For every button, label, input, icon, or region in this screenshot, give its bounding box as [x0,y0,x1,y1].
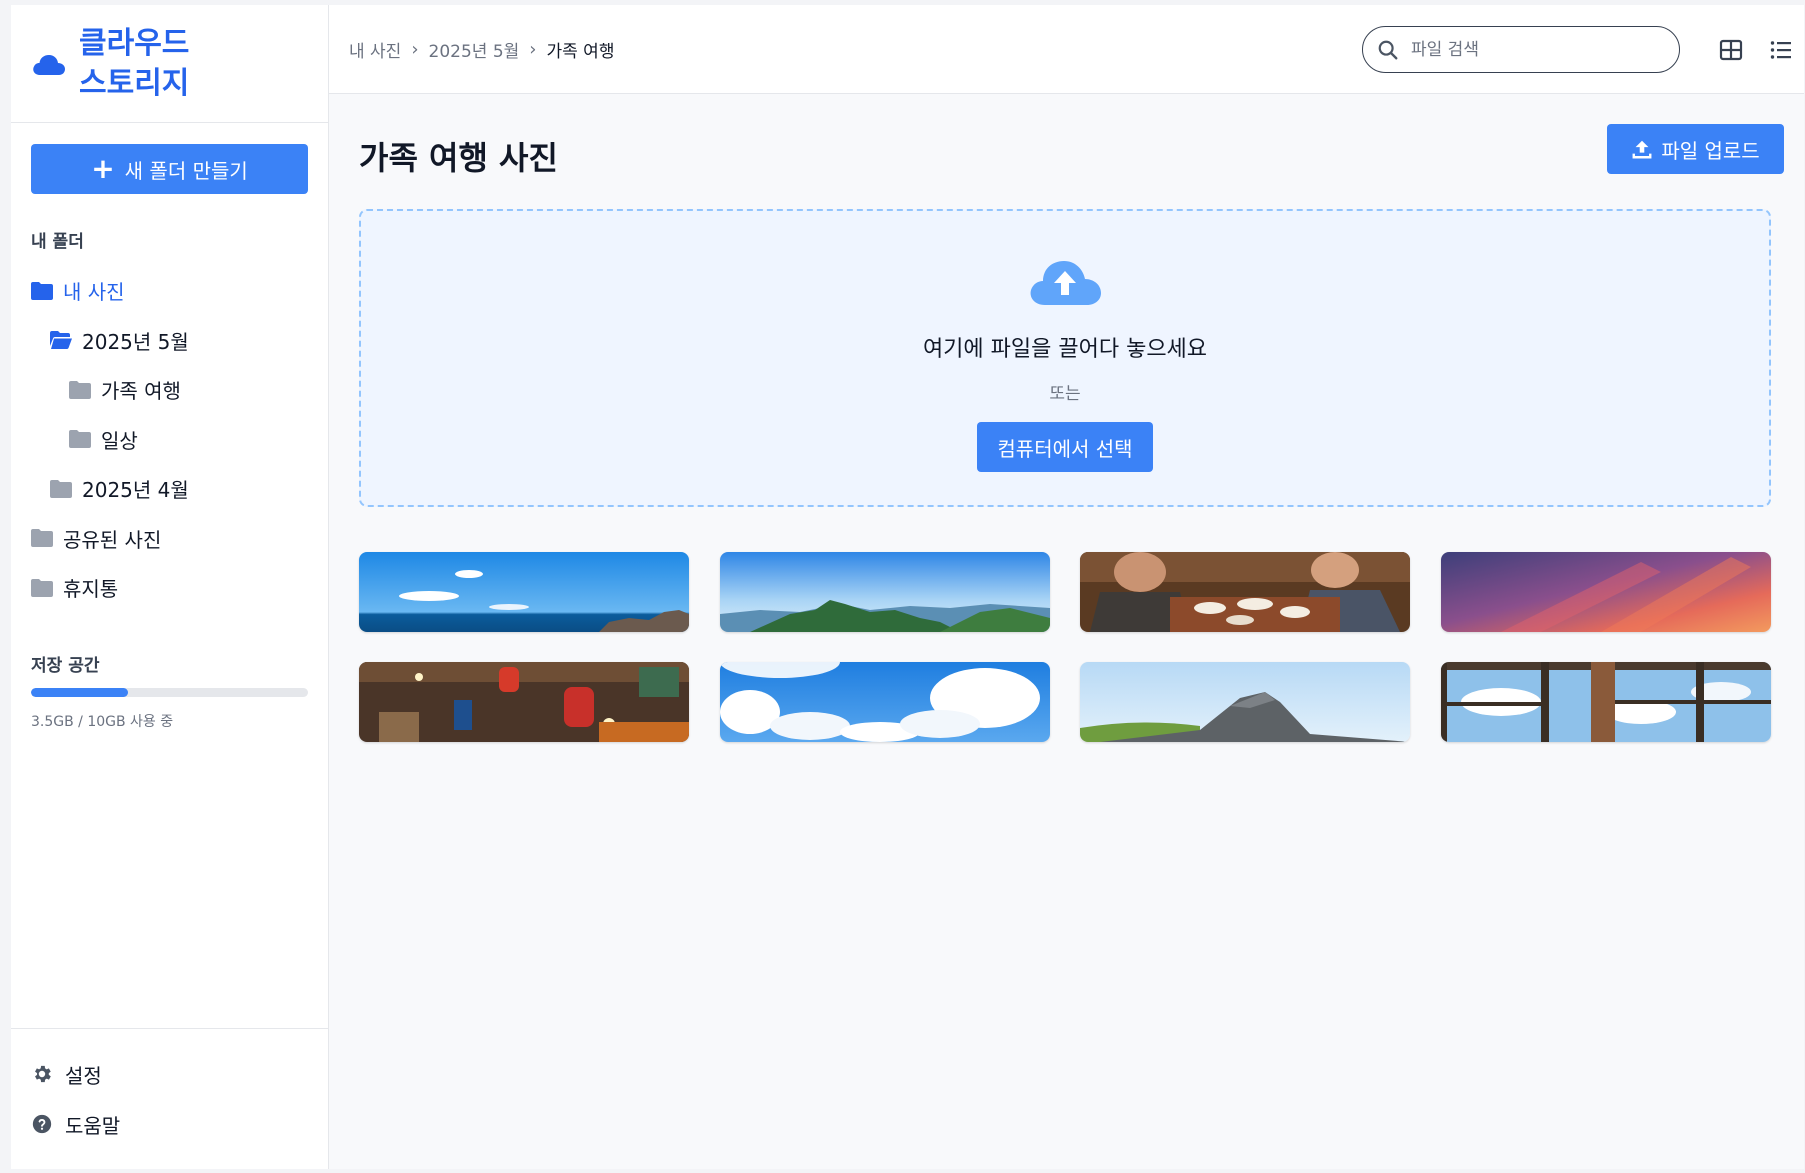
chevron-right-icon: › [529,38,537,60]
search-box [1362,26,1680,73]
brand: 클라우드 스토리지 [11,5,328,123]
list-view-icon[interactable] [1769,38,1793,62]
photo-image [1080,552,1411,632]
folder-icon [31,281,53,300]
chevron-right-icon: › [411,38,419,60]
storage-progress-bar [31,687,308,697]
new-folder-label: 새 폴더 만들기 [124,158,248,183]
app-title: 클라우드 스토리지 [79,25,190,101]
sidebar-item-shared-photos[interactable]: 공유된 사진 [11,514,328,564]
sidebar-item-label: 2025년 5월 [82,329,189,354]
sidebar-item-daily[interactable]: 일상 [11,415,328,465]
photo-image [1080,662,1411,742]
photo-image [359,662,689,742]
select-from-computer-button[interactable]: 컴퓨터에서 선택 [977,422,1153,472]
sidebar-item-2025-april[interactable]: 2025년 4월 [11,464,328,514]
search-icon [1378,40,1398,59]
cloud-upload-icon [1030,261,1101,305]
photo-thumbnail[interactable] [719,552,1050,632]
settings-link[interactable]: 설정 [11,1049,328,1099]
page-title: 가족 여행 사진 [359,139,558,177]
photo-thumbnail[interactable] [1440,552,1771,632]
folder-tree: 내 사진 2025년 5월 가족 여행 일상 2025년 4월 공유된 사진 휴… [11,266,328,613]
folder-icon [50,479,72,498]
photo-image [359,552,689,632]
help-link[interactable]: 도움말 [11,1099,328,1149]
sidebar: 클라우드 스토리지 + 새 폴더 만들기 내 폴더 내 사진 2025년 5월 … [11,5,329,1169]
help-label: 도움말 [65,1113,121,1138]
drop-zone-text: 여기에 파일을 끌어다 놓으세요 [922,337,1208,362]
top-bar: 내 사진 › 2025년 5월 › 가족 여행 [329,5,1804,94]
storage-progress-fill [31,687,128,697]
folder-open-icon [50,331,72,350]
sidebar-item-label: 내 사진 [63,280,125,305]
my-folders-label: 내 폴더 [31,232,84,252]
sidebar-item-trash[interactable]: 휴지통 [11,563,328,613]
folder-icon [31,529,53,548]
breadcrumb-item[interactable]: 내 사진 [349,37,401,62]
photo-thumbnail[interactable] [719,662,1050,742]
sidebar-item-label: 가족 여행 [101,379,181,404]
drop-zone-or: 또는 [1049,384,1081,404]
sidebar-footer: 설정 도움말 [11,1028,328,1149]
photo-thumbnail[interactable] [1440,662,1771,742]
new-folder-button[interactable]: + 새 폴더 만들기 [31,144,308,194]
app-window: 클라우드 스토리지 + 새 폴더 만들기 내 폴더 내 사진 2025년 5월 … [11,5,1804,1169]
photo-thumbnail[interactable] [359,552,689,632]
sidebar-item-label: 일상 [101,428,138,453]
sidebar-item-label: 공유된 사진 [63,527,162,552]
sidebar-item-label: 2025년 4월 [82,478,189,503]
photo-grid [359,552,1771,742]
photo-thumbnail[interactable] [1080,662,1411,742]
folder-icon [69,430,91,449]
upload-label: 파일 업로드 [1661,138,1760,163]
photo-thumbnail[interactable] [1080,552,1411,632]
photo-thumbnail[interactable] [359,662,689,742]
photo-image [719,552,1050,632]
storage-usage-text: 3.5GB / 10GB 사용 중 [31,713,174,730]
storage-label: 저장 공간 [31,655,100,676]
main-panel: 내 사진 › 2025년 5월 › 가족 여행 파일 검색 가족 여행 사진 파… [329,5,1804,1169]
sidebar-item-my-photos[interactable]: 내 사진 [11,266,328,316]
gear-icon [35,1065,51,1083]
drop-zone[interactable]: 여기에 파일을 끌어다 놓으세요 또는 컴퓨터에서 선택 [359,209,1771,507]
photo-image [719,662,1050,742]
sidebar-item-label: 휴지통 [63,577,119,602]
breadcrumb: 내 사진 › 2025년 5월 › 가족 여행 [349,37,614,62]
photo-image [1440,552,1771,632]
breadcrumb-item[interactable]: 2025년 5월 [429,37,520,62]
folder-icon [31,578,53,597]
photo-image [1440,662,1771,742]
sidebar-item-family-trip[interactable]: 가족 여행 [11,365,328,415]
upload-button[interactable]: 파일 업로드 [1607,124,1784,174]
help-icon [32,1114,52,1134]
sidebar-item-2025-may[interactable]: 2025년 5월 [11,316,328,366]
cloud-icon [33,54,65,75]
breadcrumb-current: 가족 여행 [546,41,615,62]
content-area: 가족 여행 사진 파일 업로드 여기에 파일을 끌어다 놓으세요 또는 컴퓨터에… [329,94,1804,1169]
folder-icon [69,380,91,399]
upload-icon [1632,140,1652,159]
grid-view-icon[interactable] [1719,38,1743,62]
storage-panel: 저장 공간 3.5GB / 10GB 사용 중 [31,651,308,731]
plus-icon: + [91,152,115,185]
settings-label: 설정 [65,1063,102,1088]
search-input[interactable] [1411,39,1651,60]
